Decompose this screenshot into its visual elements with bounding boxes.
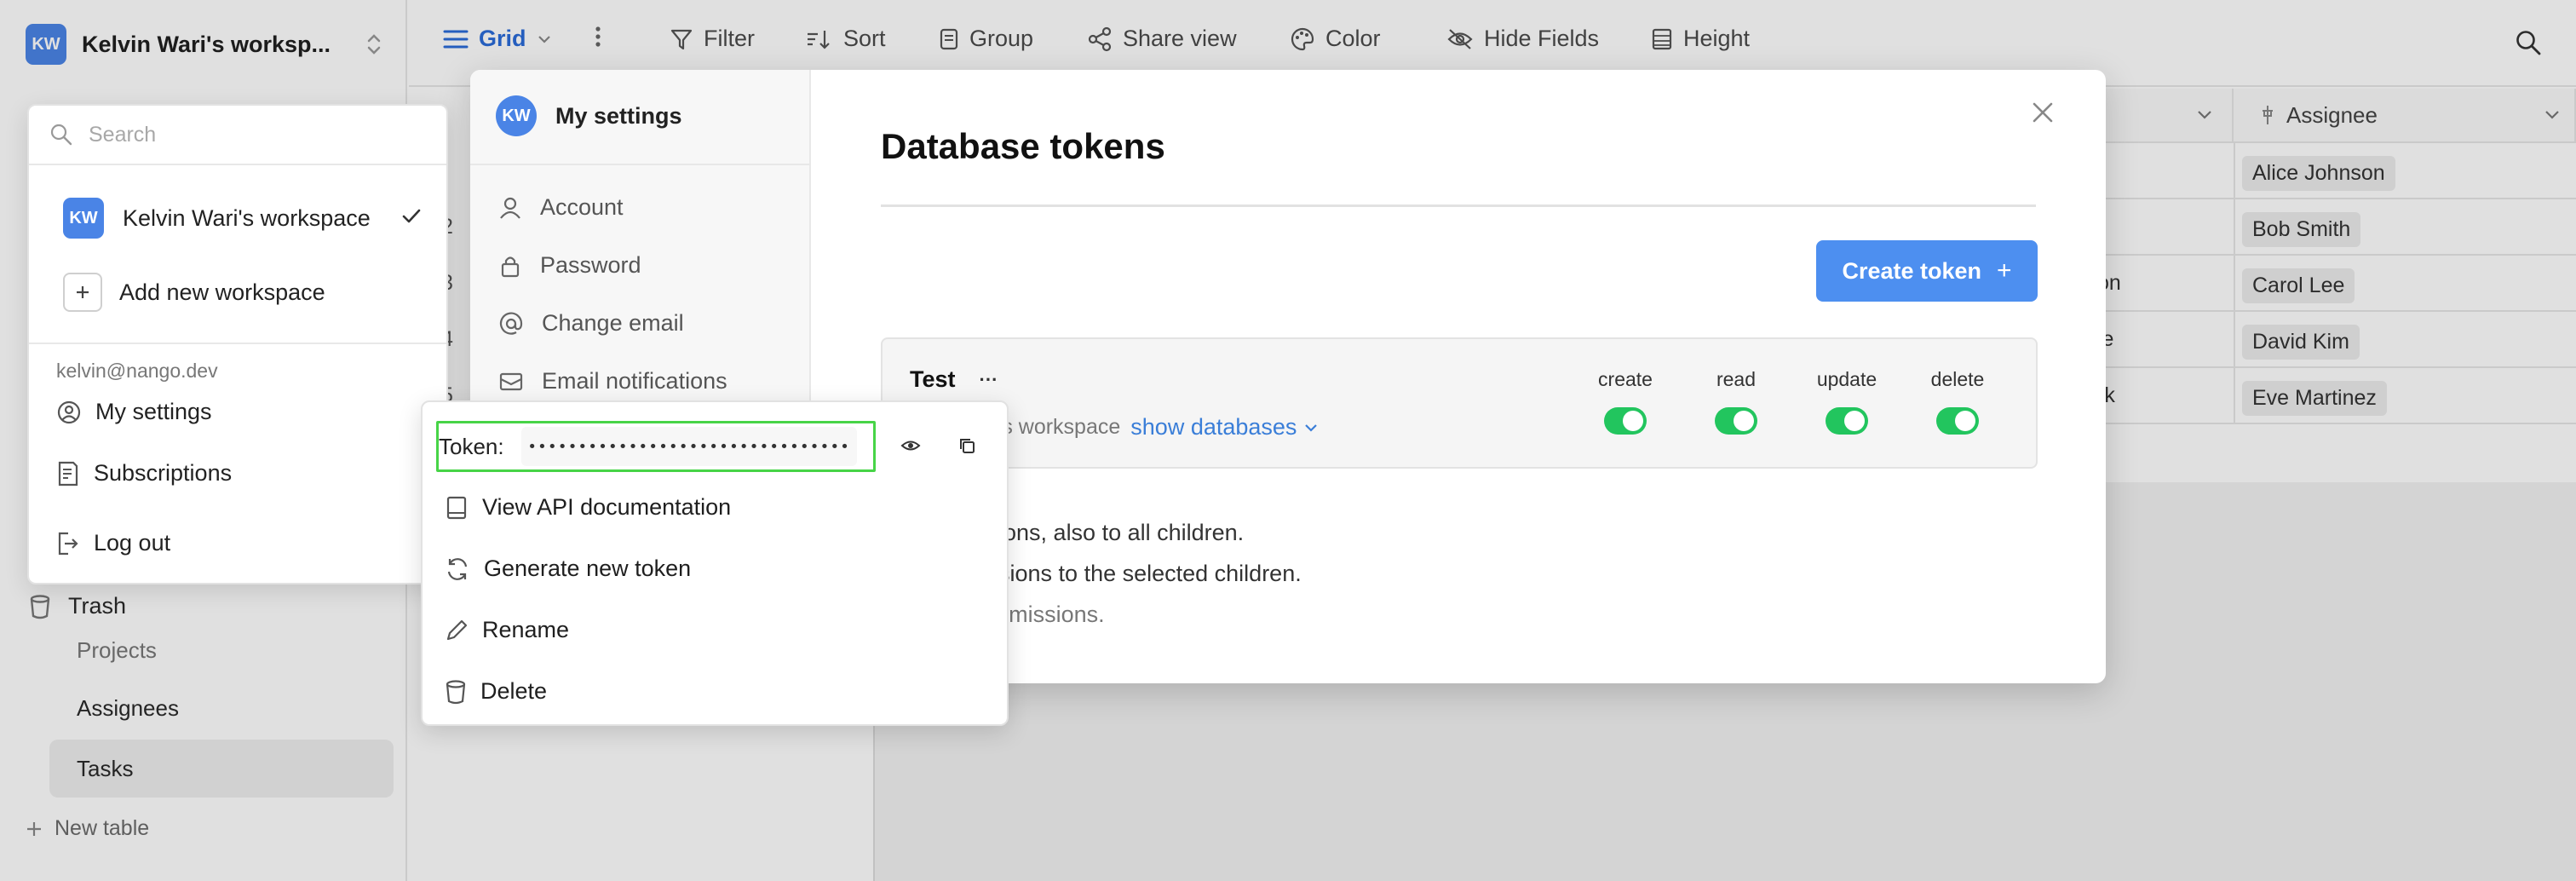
token-value[interactable]: •••••••••••••••••••••••••••••••• (520, 427, 857, 466)
subscriptions-label: Subscriptions (94, 460, 233, 486)
my-settings-label: My settings (95, 399, 212, 424)
settings-nav-label: Account (540, 194, 624, 220)
chevron-down-icon (1303, 423, 1319, 433)
settings-title: My settings (555, 102, 682, 129)
user-email: kelvin@nango.dev (56, 360, 218, 382)
token-workspace-name: i's workspace (993, 415, 1121, 439)
book-icon (445, 495, 469, 521)
log-out-label: Log out (94, 530, 171, 556)
settings-nav-label: Change email (542, 310, 684, 336)
receipt-icon (56, 461, 80, 487)
token-field: Token: •••••••••••••••••••••••••••••••• (436, 421, 876, 472)
plus-icon: + (1997, 256, 2012, 285)
plus-icon (63, 273, 102, 312)
settings-nav-email-notifications[interactable]: Email notifications (499, 368, 727, 394)
avatar: KW (496, 95, 537, 136)
trash-icon (445, 679, 467, 705)
permission-label-update: update (1816, 368, 1877, 390)
user-circle-icon (56, 400, 82, 425)
token-label: Token: (439, 433, 504, 459)
eye-icon[interactable] (898, 433, 923, 458)
my-settings-item[interactable]: My settings (56, 399, 212, 425)
permission-toggle-create[interactable] (1604, 407, 1647, 435)
token-card: Test ··· i's workspace show databases cr… (881, 337, 2038, 469)
create-token-button[interactable]: Create token + (1816, 240, 2038, 302)
settings-header: KW My settings (496, 95, 682, 136)
settings-nav-label: Password (540, 252, 641, 278)
divider (29, 343, 446, 344)
token-context-menu: Token: •••••••••••••••••••••••••••••••• … (421, 400, 1009, 726)
close-icon (2031, 101, 2055, 124)
rename-label: Rename (482, 617, 570, 642)
workspace-avatar: KW (63, 198, 104, 239)
token-menu-button[interactable]: ··· (980, 369, 998, 391)
token-workspace: i's workspace show databases (993, 414, 1319, 440)
permission-toggle-update[interactable] (1826, 407, 1868, 435)
show-databases-link[interactable]: show databases (1130, 414, 1319, 440)
user-icon (499, 196, 521, 220)
add-workspace-label: Add new workspace (119, 279, 325, 305)
refresh-icon (445, 556, 470, 582)
logout-icon (56, 531, 80, 556)
token-name: Test (910, 366, 956, 392)
lock-icon (499, 254, 521, 278)
delete-label: Delete (480, 678, 548, 704)
show-databases-label: show databases (1130, 414, 1297, 440)
workspace-menu: KW Kelvin Wari's workspace Add new works… (27, 104, 448, 584)
permission-label-create: create (1598, 368, 1653, 390)
permission-label-read: read (1716, 368, 1757, 390)
search-input[interactable] (89, 122, 429, 147)
close-button[interactable] (2024, 94, 2061, 131)
workspace-option-name: Kelvin Wari's workspace (123, 204, 371, 231)
view-api-docs-label: View API documentation (482, 494, 732, 520)
workspace-option[interactable]: KW Kelvin Wari's workspace (63, 198, 371, 239)
mail-icon (499, 371, 523, 393)
settings-nav-password[interactable]: Password (499, 252, 641, 279)
search-icon (49, 123, 73, 147)
divider (470, 164, 811, 165)
settings-nav-account[interactable]: Account (499, 194, 624, 221)
settings-nav-change-email[interactable]: Change email (499, 310, 684, 337)
generate-token-item[interactable]: Generate new token (445, 556, 691, 582)
permission-toggle-read[interactable] (1715, 407, 1757, 435)
permission-label-delete: delete (1930, 368, 1985, 390)
log-out-item[interactable]: Log out (56, 530, 170, 556)
permission-toggle-delete[interactable] (1936, 407, 1979, 435)
subscriptions-item[interactable]: Subscriptions (56, 460, 232, 487)
create-token-label: Create token (1842, 257, 1982, 284)
pencil-icon (445, 619, 469, 642)
check-icon (400, 206, 423, 227)
token-name-row: Test ··· (910, 366, 998, 393)
page-title: Database tokens (881, 126, 1165, 166)
settings-nav-label: Email notifications (542, 368, 727, 394)
at-icon (499, 312, 523, 336)
generate-token-label: Generate new token (484, 556, 692, 581)
view-api-docs-item[interactable]: View API documentation (445, 494, 731, 521)
workspace-search (29, 106, 446, 165)
add-workspace-button[interactable]: Add new workspace (63, 273, 325, 312)
divider (881, 204, 2036, 207)
delete-item[interactable]: Delete (445, 678, 547, 705)
copy-icon[interactable] (954, 433, 980, 458)
rename-item[interactable]: Rename (445, 617, 569, 643)
